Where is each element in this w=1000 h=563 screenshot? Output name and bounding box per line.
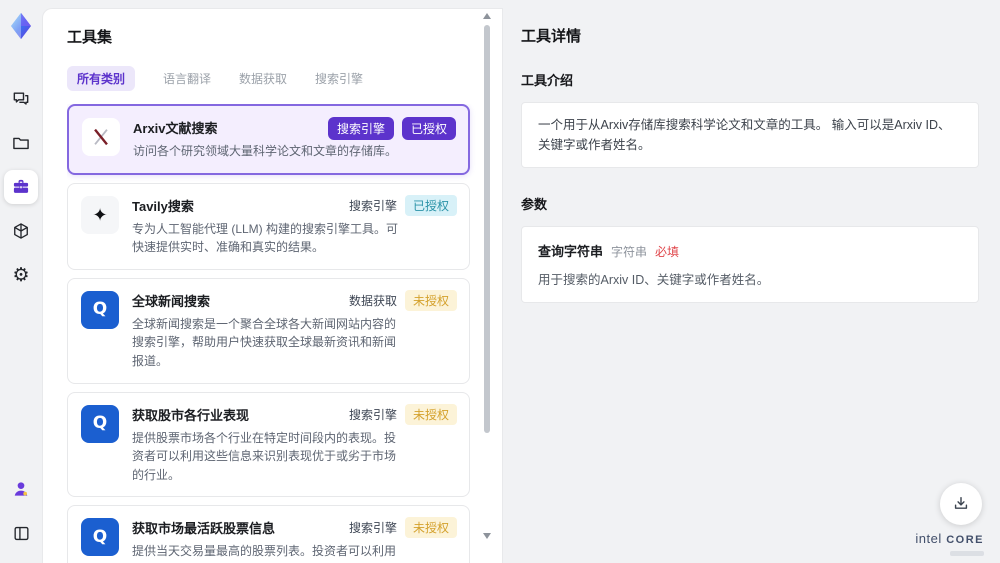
tool-card-active-stocks[interactable]: Q 获取市场最活跃股票信息 提供当天交易量最高的股票列表。投资者可以利用这些信息… xyxy=(67,505,470,563)
auth-badge: 已授权 xyxy=(404,194,457,216)
main-area: 工具集 所有类别 语言翻译 数据获取 搜索引擎 Arxiv文献搜索 访问各个研究… xyxy=(42,0,1000,563)
category-tabs: 所有类别 语言翻译 数据获取 搜索引擎 xyxy=(67,66,502,91)
category-label: 搜索引擎 xyxy=(348,521,397,536)
category-label: 搜索引擎 xyxy=(348,407,397,422)
parameter-name: 查询字符串 xyxy=(538,244,604,259)
params-heading: 参数 xyxy=(521,197,548,212)
tool-desc: 全球新闻搜索是一个聚合全球各大新闻网站内容的搜索引擎，帮助用户快速获取全球最新资… xyxy=(132,316,397,368)
tab-all-categories[interactable]: 所有类别 xyxy=(67,66,136,91)
parameter-type: 字符串 xyxy=(611,245,648,259)
intro-heading: 工具介绍 xyxy=(521,73,574,88)
tab-data-fetch[interactable]: 数据获取 xyxy=(239,70,287,87)
app-rail: ⚙ xyxy=(0,0,42,563)
app-logo[interactable] xyxy=(4,9,38,43)
tool-card-global-news[interactable]: Q 全球新闻搜索 全球新闻搜索是一个聚合全球各大新闻网站内容的搜索引擎，帮助用户… xyxy=(67,277,470,384)
toolset-title: 工具集 xyxy=(67,29,113,46)
rail-files-button[interactable] xyxy=(4,126,38,160)
tool-card-arxiv[interactable]: Arxiv文献搜索 访问各个研究领域大量科学论文和文章的存储库。 搜索引擎 已授… xyxy=(67,104,470,175)
tool-desc: 提供当天交易量最高的股票列表。投资者可以利用这些信息来识别流动性强的股票和潜在的… xyxy=(132,544,397,563)
tool-badges: 数据获取 未授权 xyxy=(348,289,457,311)
tool-detail-panel: 工具详情 工具介绍 一个用于从Arxiv存储库搜索科学论文和文章的工具。 输入可… xyxy=(503,8,1000,563)
download-icon xyxy=(951,494,971,514)
detail-title: 工具详情 xyxy=(521,28,582,45)
tool-card-sector-performance[interactable]: Q 获取股市各行业表现 提供股票市场各个行业在特定时间段内的表现。投资者可以利用… xyxy=(67,391,470,498)
intel-core-logo: intel CORE xyxy=(915,530,984,556)
folder-icon xyxy=(11,133,31,153)
tool-badges: 搜索引擎 未授权 xyxy=(348,403,457,425)
parameter-card: 查询字符串 字符串 必填 用于搜索的Arxiv ID、关键字或作者姓名。 xyxy=(521,226,979,303)
parameter-head: 查询字符串 字符串 必填 xyxy=(538,241,962,260)
scroll-up-arrow[interactable] xyxy=(483,13,491,19)
auth-badge: 已授权 xyxy=(401,117,456,140)
scrollbar-thumb[interactable] xyxy=(484,25,490,433)
tool-badges: 搜索引擎 已授权 xyxy=(348,194,457,216)
briefcase-icon xyxy=(11,177,31,197)
tool-desc: 访问各个研究领域大量科学论文和文章的存储库。 xyxy=(133,144,398,158)
rail-settings-button[interactable]: ⚙ xyxy=(4,258,38,292)
list-scrollbar[interactable] xyxy=(482,11,492,563)
cube-icon xyxy=(11,221,31,241)
tool-desc: 提供股票市场各个行业在特定时间段内的表现。投资者可以利用这些信息来识别表现优于或… xyxy=(132,430,397,482)
download-button[interactable] xyxy=(940,483,982,525)
tool-badges: 搜索引擎 未授权 xyxy=(348,517,457,539)
juhe-logo-icon: Q xyxy=(81,518,119,557)
tab-translation[interactable]: 语言翻译 xyxy=(163,70,211,87)
chat-icon xyxy=(11,89,31,109)
tavily-logo-icon: ✦ xyxy=(81,195,119,234)
parameter-desc: 用于搜索的Arxiv ID、关键字或作者姓名。 xyxy=(538,273,770,287)
auth-badge: 未授权 xyxy=(404,403,457,425)
parameter-required-flag: 必填 xyxy=(655,245,680,259)
auth-badge: 未授权 xyxy=(404,517,457,539)
core-wordmark: CORE xyxy=(946,534,984,546)
gear-icon: ⚙ xyxy=(12,264,30,286)
auth-badge: 未授权 xyxy=(404,289,457,311)
tool-card-tavily[interactable]: ✦ Tavily搜索 专为人工智能代理 (LLM) 构建的搜索引擎工具。可快速提… xyxy=(67,182,470,270)
tool-badges: 搜索引擎 已授权 xyxy=(327,117,456,140)
category-label: 搜索引擎 xyxy=(348,198,397,213)
panel-toggle-icon xyxy=(12,524,31,543)
juhe-logo-icon: Q xyxy=(81,404,119,443)
tool-desc: 专为人工智能代理 (LLM) 构建的搜索引擎工具。可快速提供实时、准确和真实的结… xyxy=(132,221,399,255)
tab-search-engine[interactable]: 搜索引擎 xyxy=(315,70,363,87)
tool-intro-card: 一个用于从Arxiv存储库搜索科学论文和文章的工具。 输入可以是Arxiv ID… xyxy=(521,102,979,168)
tool-list: Arxiv文献搜索 访问各个研究领域大量科学论文和文章的存储库。 搜索引擎 已授… xyxy=(67,104,502,563)
rail-user-avatar[interactable] xyxy=(4,472,38,506)
scroll-down-arrow[interactable] xyxy=(483,533,491,539)
intel-wordmark: intel xyxy=(915,531,942,546)
rail-toolbox-button[interactable] xyxy=(4,170,38,204)
rail-chat-button[interactable] xyxy=(4,82,38,116)
diamond-gem-icon xyxy=(11,12,31,40)
category-badge: 搜索引擎 xyxy=(327,117,394,140)
intel-sub-badge xyxy=(950,551,984,556)
arxiv-logo-icon xyxy=(82,118,120,156)
toolset-panel: 工具集 所有类别 语言翻译 数据获取 搜索引擎 Arxiv文献搜索 访问各个研究… xyxy=(42,8,503,563)
category-label: 数据获取 xyxy=(348,293,397,308)
juhe-logo-icon: Q xyxy=(81,290,119,329)
rail-packages-button[interactable] xyxy=(4,214,38,248)
rail-collapse-button[interactable] xyxy=(4,516,38,550)
user-avatar-icon xyxy=(11,479,31,499)
